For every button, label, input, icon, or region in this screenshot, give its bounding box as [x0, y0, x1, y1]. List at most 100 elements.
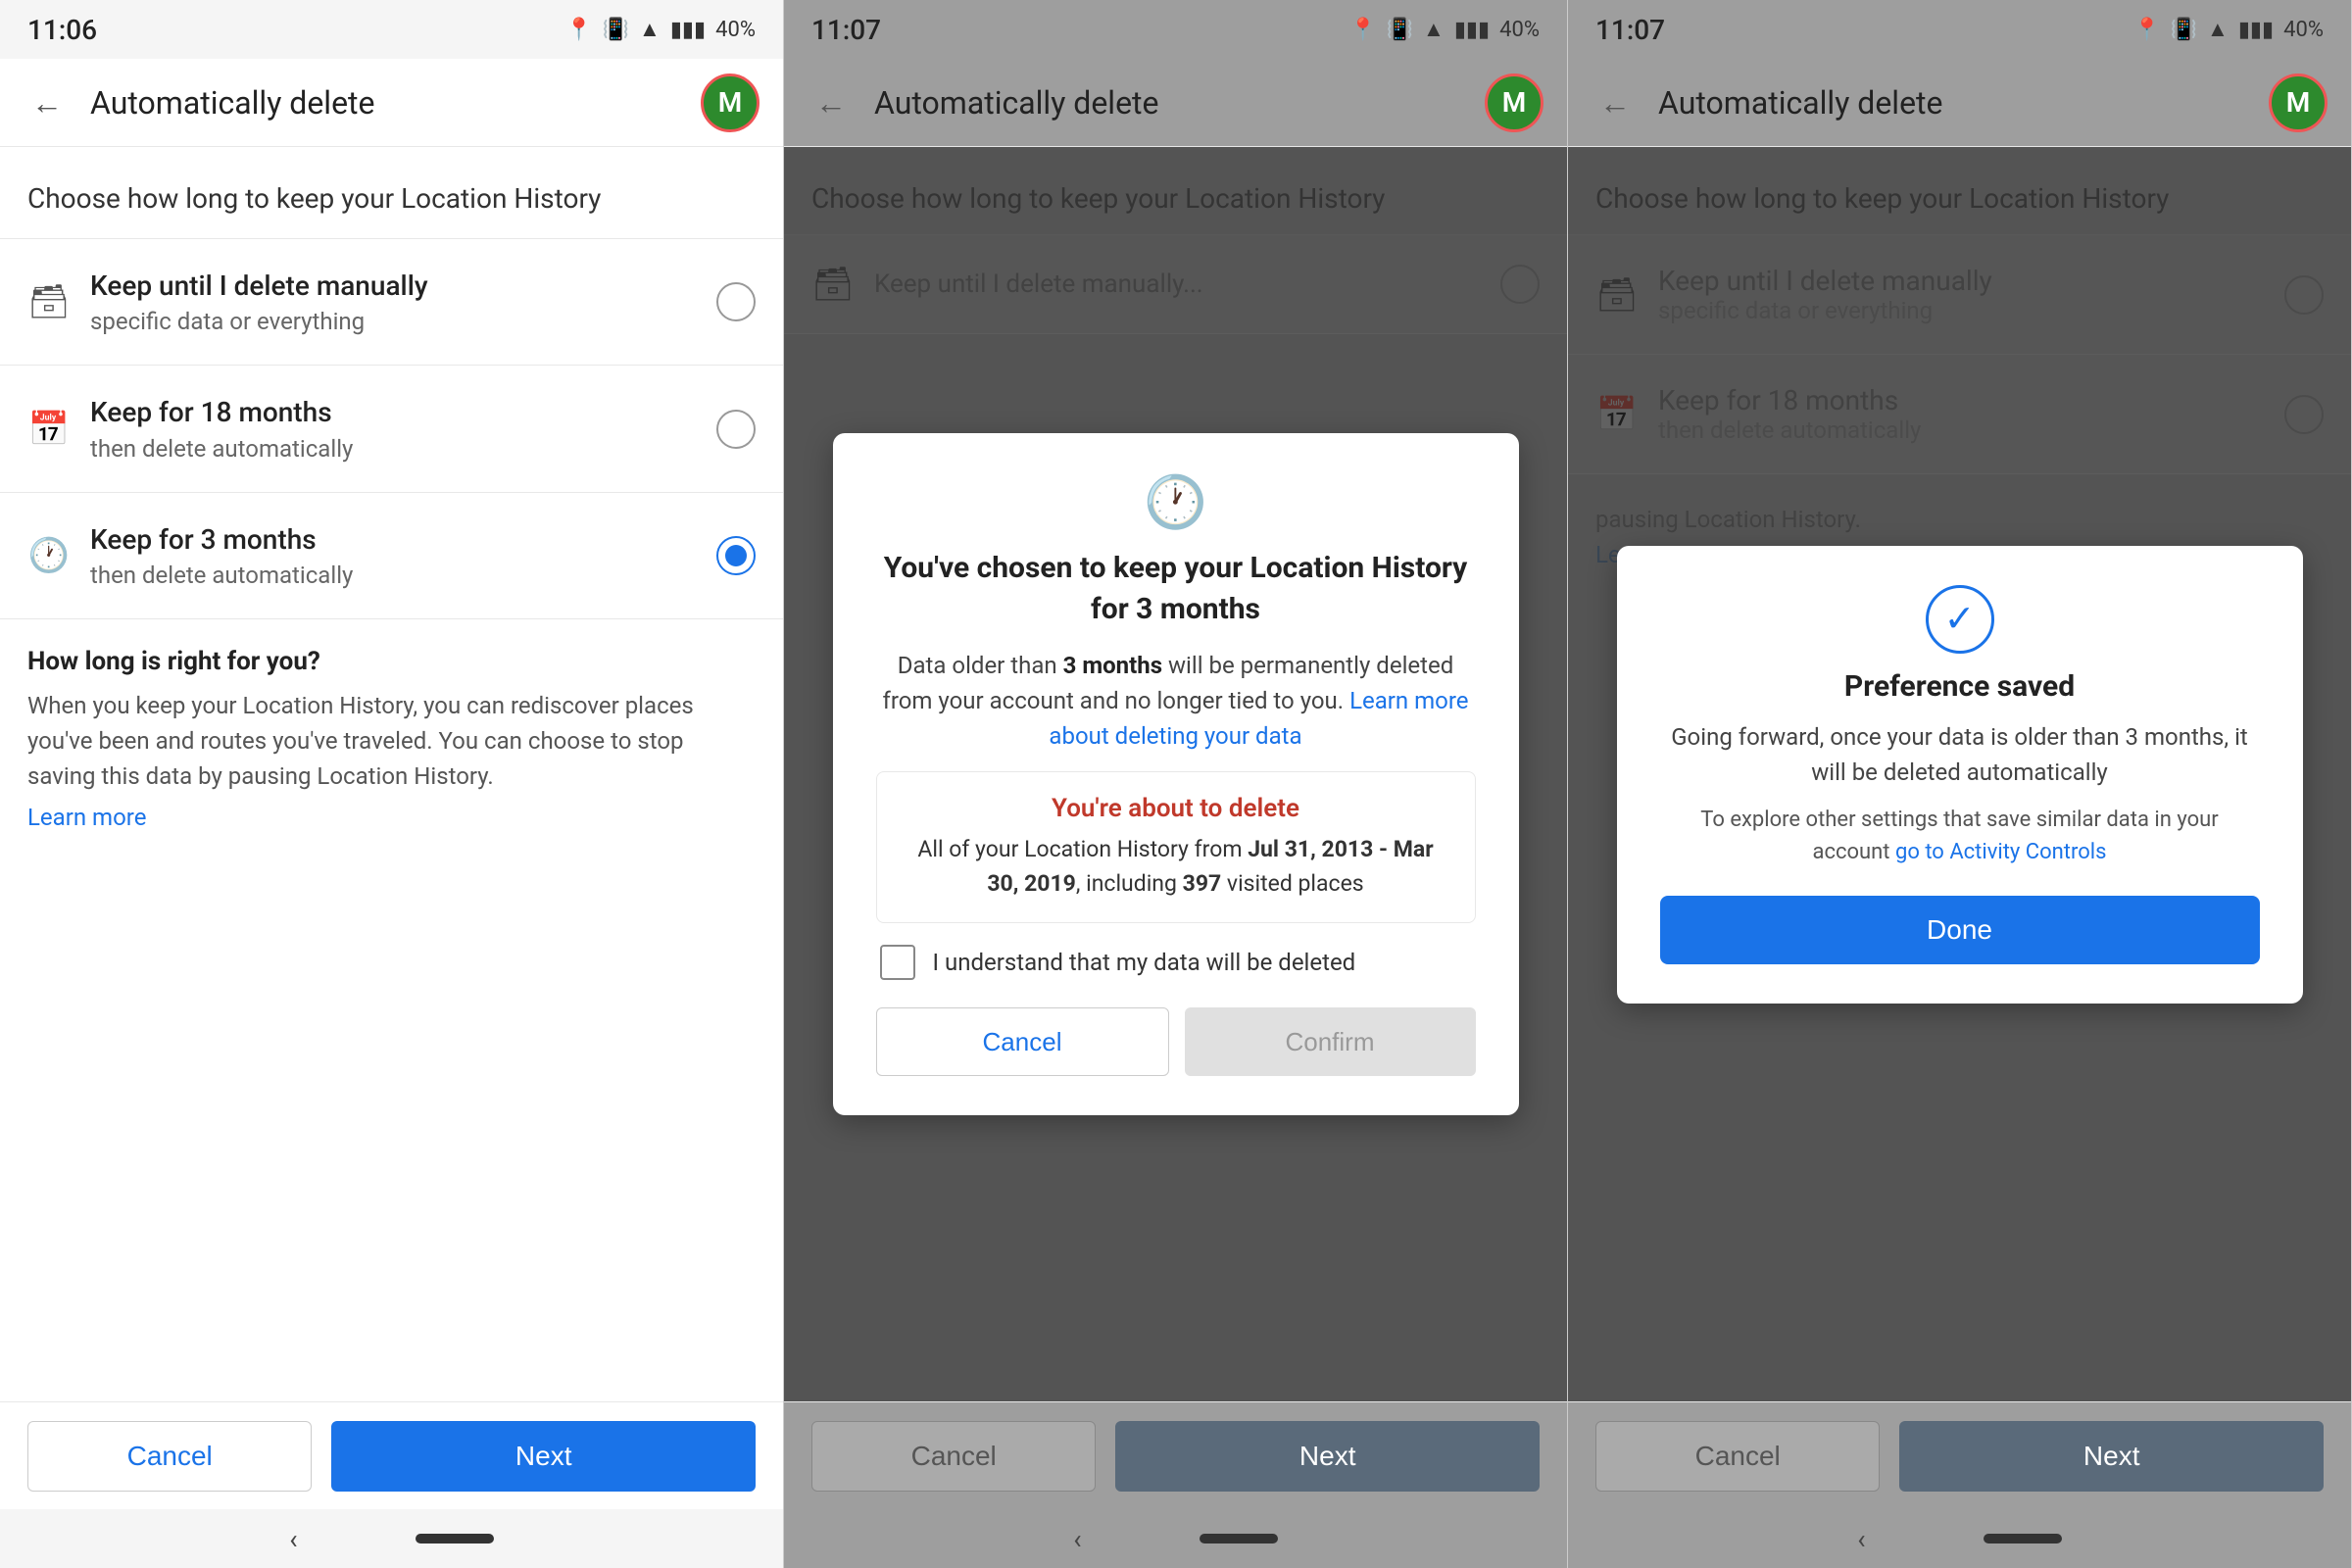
status-icons-2: 📍 📳 ▲ ▮▮▮ 40%	[1349, 17, 1540, 42]
option-title-18mo-1: Keep for 18 months	[90, 395, 697, 430]
battery-2: 40%	[1499, 18, 1540, 42]
radio-manual-1[interactable]	[716, 282, 756, 321]
option-sub-3mo-1: then delete automatically	[90, 562, 697, 589]
wifi-icon-1: ▲	[639, 17, 661, 42]
signal-icon-2: ▮▮▮	[1454, 18, 1490, 42]
dialog-overlay-2: 🕐 You've chosen to keep your Location Hi…	[784, 147, 1567, 1401]
top-bar-2: ← Automatically delete M	[784, 59, 1567, 147]
cancel-button-1[interactable]: Cancel	[27, 1421, 312, 1492]
bottom-bar-2: Cancel Next	[784, 1401, 1567, 1509]
dialog-cancel-button[interactable]: Cancel	[876, 1007, 1169, 1076]
checkmark-icon: ✓	[1944, 597, 1976, 641]
vibrate-icon-2: 📳	[1387, 18, 1413, 42]
nav-dot-3	[1984, 1534, 2062, 1544]
nav-dot-1	[416, 1534, 494, 1544]
avatar-1[interactable]: M	[701, 74, 760, 132]
next-button-1[interactable]: Next	[331, 1421, 756, 1492]
signal-icon-1: ▮▮▮	[670, 18, 706, 42]
option-row-18mo-1[interactable]: 📅 Keep for 18 months then delete automat…	[0, 366, 783, 492]
wifi-icon-2: ▲	[1423, 17, 1445, 42]
confirm-dialog: 🕐 You've chosen to keep your Location Hi…	[833, 433, 1519, 1115]
status-bar-1: 11:06 📍 📳 ▲ ▮▮▮ 40%	[0, 0, 783, 59]
pref-dialog-overlay: ✓ Preference saved Going forward, once y…	[1568, 147, 2351, 1401]
screen-inner-3: Choose how long to keep your Location Hi…	[1568, 147, 2351, 1401]
bottom-bar-3: Cancel Next	[1568, 1401, 2351, 1509]
status-icons-3: 📍 📳 ▲ ▮▮▮ 40%	[2133, 17, 2324, 42]
learn-more-link-1[interactable]: Learn more	[27, 804, 756, 831]
page-title-3: Automatically delete	[1658, 84, 2249, 122]
option-sub-manual-1: specific data or everything	[90, 308, 697, 335]
option-title-manual-1: Keep until I delete manually	[90, 269, 697, 304]
avatar-2[interactable]: M	[1485, 74, 1544, 132]
status-icons-1: 📍 📳 ▲ ▮▮▮ 40%	[565, 17, 756, 42]
bottom-bar-1: Cancel Next	[0, 1401, 783, 1509]
avatar-3[interactable]: M	[2269, 74, 2328, 132]
info-body-1: When you keep your Location History, you…	[27, 688, 756, 794]
next-button-2[interactable]: Next	[1115, 1421, 1540, 1492]
info-title-1: How long is right for you?	[27, 647, 756, 676]
radio-3mo-1[interactable]	[716, 536, 756, 575]
radio-18mo-1[interactable]	[716, 410, 756, 449]
option-title-3mo-1: Keep for 3 months	[90, 522, 697, 558]
info-section-1: How long is right for you? When you keep…	[0, 619, 783, 1401]
back-button-1[interactable]: ←	[24, 76, 71, 129]
vibrate-icon-3: 📳	[2171, 18, 2197, 42]
nav-home-1: ‹	[0, 1509, 783, 1568]
calendar-icon-1: 📅	[27, 410, 71, 449]
battery-3: 40%	[2283, 18, 2324, 42]
panel-3: 11:07 📍 📳 ▲ ▮▮▮ 40% ← Automatically dele…	[1568, 0, 2352, 1568]
done-button[interactable]: Done	[1660, 896, 2260, 964]
location-icon-2: 📍	[1349, 18, 1376, 42]
top-bar-3: ← Automatically delete M	[1568, 59, 2351, 147]
nav-home-3: ‹	[1568, 1509, 2351, 1568]
activity-controls-link[interactable]: go to Activity Controls	[1895, 840, 2107, 864]
dialog-title: You've chosen to keep your Location Hist…	[876, 548, 1476, 630]
panel-2: 11:07 📍 📳 ▲ ▮▮▮ 40% ← Automatically dele…	[784, 0, 1568, 1568]
status-time-2: 11:07	[811, 14, 881, 46]
dialog-checkbox-row: I understand that my data will be delete…	[876, 945, 1476, 980]
signal-icon-3: ▮▮▮	[2238, 18, 2274, 42]
status-time-1: 11:06	[27, 14, 97, 46]
pref-check-circle: ✓	[1926, 585, 1994, 654]
back-button-3[interactable]: ←	[1592, 76, 1639, 129]
panel-1: 11:06 📍 📳 ▲ ▮▮▮ 40% ← Automatically dele…	[0, 0, 784, 1568]
nav-back-2[interactable]: ‹	[1073, 1523, 1081, 1555]
dialog-clock-icon: 🕐	[1144, 472, 1207, 532]
dialog-warning-box: You're about to delete All of your Locat…	[876, 771, 1476, 923]
dialog-body: Data older than 3 months will be permane…	[876, 648, 1476, 754]
back-button-2[interactable]: ←	[808, 76, 855, 129]
screen-inner-2: Choose how long to keep your Location Hi…	[784, 147, 1567, 1401]
pref-saved-sub: To explore other settings that save simi…	[1660, 804, 2260, 868]
understand-label: I understand that my data will be delete…	[933, 949, 1356, 976]
section-title-1: Choose how long to keep your Location Hi…	[0, 147, 783, 239]
status-bar-3: 11:07 📍 📳 ▲ ▮▮▮ 40%	[1568, 0, 2351, 59]
option-sub-18mo-1: then delete automatically	[90, 435, 697, 463]
preference-saved-dialog: ✓ Preference saved Going forward, once y…	[1617, 546, 2303, 1004]
pref-saved-title: Preference saved	[1660, 669, 2260, 704]
vibrate-icon-1: 📳	[603, 18, 629, 42]
nav-home-2: ‹	[784, 1509, 1567, 1568]
option-row-manual-1[interactable]: 🗃 Keep until I delete manually specific …	[0, 239, 783, 366]
status-bar-2: 11:07 📍 📳 ▲ ▮▮▮ 40%	[784, 0, 1567, 59]
cancel-button-2[interactable]: Cancel	[811, 1421, 1096, 1492]
battery-1: 40%	[715, 18, 756, 42]
understand-checkbox[interactable]	[880, 945, 915, 980]
page-title-2: Automatically delete	[874, 84, 1465, 122]
location-icon-1: 📍	[565, 18, 592, 42]
cancel-button-3[interactable]: Cancel	[1595, 1421, 1880, 1492]
location-icon-3: 📍	[2133, 18, 2160, 42]
option-row-3mo-1[interactable]: 🕐 Keep for 3 months then delete automati…	[0, 493, 783, 619]
briefcase-icon-1: 🗃	[27, 282, 71, 321]
nav-dot-2	[1200, 1534, 1278, 1544]
radio-inner-3mo-1	[725, 545, 747, 566]
dialog-btn-row: Cancel Confirm	[876, 1007, 1476, 1076]
status-time-3: 11:07	[1595, 14, 1665, 46]
pref-saved-body: Going forward, once your data is older t…	[1660, 719, 2260, 790]
nav-back-3[interactable]: ‹	[1857, 1523, 1865, 1555]
dialog-warning-text: All of your Location History from Jul 31…	[901, 833, 1451, 901]
dialog-confirm-button[interactable]: Confirm	[1185, 1007, 1476, 1076]
nav-back-1[interactable]: ‹	[289, 1523, 297, 1555]
wifi-icon-3: ▲	[2207, 17, 2229, 42]
clock-icon-1: 🕐	[27, 536, 71, 575]
next-button-3[interactable]: Next	[1899, 1421, 2324, 1492]
